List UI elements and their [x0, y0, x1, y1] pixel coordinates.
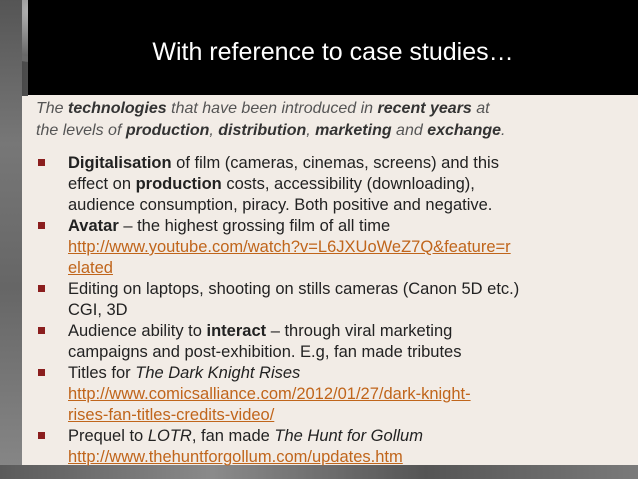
bullet-text: effect on: [68, 175, 136, 193]
bullet-line: CGI, 3D: [68, 301, 128, 319]
bullet-text: , fan made: [191, 427, 275, 445]
bullet-line: Prequel to LOTR, fan made The Hunt for G…: [68, 426, 636, 447]
intro-bold: recent years: [377, 100, 472, 117]
slide-content: The technologies that have been introduc…: [28, 95, 638, 468]
intro-bold: technologies: [68, 100, 167, 117]
bullet-italic: The Dark Knight Rises: [135, 364, 301, 382]
bullet-square-icon: [38, 432, 45, 439]
bullet-line: Avatar – the highest grossing film of al…: [68, 216, 636, 237]
intro-line-1: The technologies that have been introduc…: [36, 98, 626, 120]
bullet-line: campaigns and post-exhibition. E.g, fan …: [68, 343, 462, 361]
slide-title: With reference to case studies…: [152, 38, 514, 66]
bullet-bold: Digitalisation: [68, 154, 172, 172]
bullet-line: effect on production costs, accessibilit…: [68, 174, 636, 195]
bullet-list: Digitalisation of film (cameras, cinemas…: [36, 153, 636, 468]
bullet-interact: Audience ability to interact – through v…: [36, 321, 636, 363]
intro-text: .: [501, 122, 506, 139]
avatar-youtube-link[interactable]: http://www.youtube.com/watch?v=L6JXUoWeZ…: [68, 237, 636, 258]
intro-text: that have been introduced in: [166, 100, 378, 117]
bullet-square-icon: [38, 369, 45, 376]
intro-bold: distribution: [218, 122, 307, 139]
bullet-bold: production: [135, 175, 222, 193]
title-bar: With reference to case studies…: [28, 0, 638, 95]
bullet-line: Titles for The Dark Knight Rises: [68, 363, 636, 384]
bullet-line: Audience ability to interact – through v…: [68, 321, 636, 342]
intro-bold: exchange: [427, 122, 502, 139]
intro-bold: production: [125, 122, 210, 139]
bullet-square-icon: [38, 159, 45, 166]
bullet-digitalisation: Digitalisation of film (cameras, cinemas…: [36, 153, 636, 216]
intro-text: the levels of: [36, 122, 126, 139]
bullet-italic: LOTR: [147, 427, 192, 445]
comicsalliance-link-cont[interactable]: rises-fan-titles-credits-video/: [68, 405, 636, 426]
comicsalliance-link[interactable]: http://www.comicsalliance.com/2012/01/27…: [68, 384, 636, 405]
bullet-square-icon: [38, 327, 45, 334]
intro-text: ,: [209, 122, 219, 139]
avatar-youtube-link-cont[interactable]: elated: [68, 258, 636, 279]
intro-paragraph: The technologies that have been introduc…: [36, 98, 626, 142]
bullet-text: Titles for: [68, 364, 136, 382]
bullet-text: costs, accessibility (downloading),: [221, 175, 475, 193]
bullet-dark-knight: Titles for The Dark Knight Rises http://…: [36, 363, 636, 426]
bullet-bold: Avatar: [68, 217, 119, 235]
bullet-text: Prequel to: [68, 427, 148, 445]
huntforgollum-link[interactable]: http://www.thehuntforgollum.com/updates.…: [68, 447, 636, 468]
bullet-text: of film (cameras, cinemas, screens) and …: [171, 154, 499, 172]
bullet-line: audience consumption, piracy. Both posit…: [68, 196, 493, 214]
bullet-line: Editing on laptops, shooting on stills c…: [68, 280, 520, 298]
bullet-text: Audience ability to: [68, 322, 207, 340]
bullet-editing: Editing on laptops, shooting on stills c…: [36, 279, 636, 321]
bullet-square-icon: [38, 285, 45, 292]
bullet-text: – through viral marketing: [266, 322, 453, 340]
intro-text: ,: [306, 122, 316, 139]
intro-text: The: [36, 100, 69, 117]
intro-text: at: [471, 100, 490, 117]
bullet-square-icon: [38, 222, 45, 229]
bullet-avatar: Avatar – the highest grossing film of al…: [36, 216, 636, 279]
bullet-italic: The Hunt for Gollum: [274, 427, 423, 445]
bullet-line: Digitalisation of film (cameras, cinemas…: [68, 153, 636, 174]
bullet-lotr: Prequel to LOTR, fan made The Hunt for G…: [36, 426, 636, 468]
intro-line-2: the levels of production, distribution, …: [36, 120, 626, 142]
film-edge-left: [0, 0, 22, 479]
intro-text: and: [391, 122, 428, 139]
bullet-bold: interact: [206, 322, 267, 340]
bullet-text: – the highest grossing film of all time: [118, 217, 391, 235]
intro-bold: marketing: [315, 122, 392, 139]
